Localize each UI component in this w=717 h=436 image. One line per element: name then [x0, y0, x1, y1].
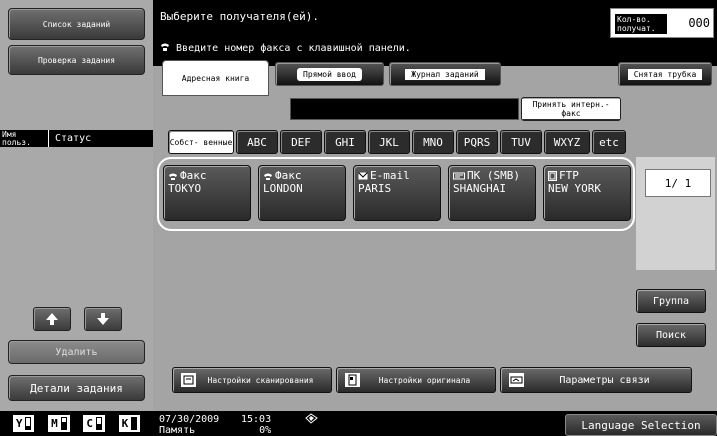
memory-value: 0% — [259, 425, 272, 436]
index-pqrs[interactable]: PQRS — [456, 130, 498, 154]
destination-paris[interactable]: E-mail PARIS — [353, 165, 441, 221]
index-wxyz[interactable]: WXYZ — [544, 130, 590, 154]
index-tuv[interactable]: TUV — [500, 130, 542, 154]
index-abc[interactable]: ABC — [236, 130, 278, 154]
comm-settings-icon — [509, 373, 524, 387]
index-mno[interactable]: MNO — [412, 130, 454, 154]
language-selection-button[interactable]: Language Selection — [565, 414, 717, 436]
index-etc[interactable]: etc — [592, 130, 626, 154]
ftp-icon — [548, 170, 557, 181]
check-job-button[interactable]: Проверка задания — [8, 45, 145, 75]
index-ghi[interactable]: GHI — [324, 130, 366, 154]
group-button[interactable]: Группа — [636, 289, 706, 313]
toner-k: K — [118, 415, 141, 432]
scroll-down-button[interactable] — [84, 307, 122, 331]
status-date: 07/30/2009 — [159, 414, 220, 425]
fax-number-field[interactable] — [290, 98, 519, 120]
tab-address-book[interactable]: Адресная книга — [162, 60, 269, 96]
tab-job-log[interactable]: Журнал заданий — [389, 62, 501, 86]
column-status: Статус — [55, 133, 92, 144]
index-own[interactable]: Собст- венные — [168, 130, 234, 154]
job-details-button[interactable]: Детали задания — [8, 375, 145, 401]
network-icon — [305, 413, 318, 424]
memory-label: Память — [159, 425, 196, 436]
recipient-count-label: Кол-во. получат. — [615, 14, 667, 34]
scan-settings-icon — [181, 373, 196, 387]
toner-c: C — [83, 415, 105, 432]
email-icon — [358, 171, 368, 179]
recipient-count-value: 000 — [688, 16, 710, 30]
fax-icon — [264, 173, 272, 180]
destination-new-york[interactable]: FTP NEW YORK — [543, 165, 631, 221]
fax-scan-screen: Список заданий Проверка задания Имя поль… — [0, 0, 717, 436]
search-button[interactable]: Поиск — [636, 323, 706, 347]
left-panel: Список заданий Проверка задания Имя поль… — [0, 0, 153, 436]
destination-london[interactable]: Факс LONDON — [258, 165, 346, 221]
job-list-button[interactable]: Список заданий — [8, 8, 145, 40]
instruction-text: Выберите получателя(ей). — [160, 10, 319, 23]
job-list-header: Имя польз. Статус — [0, 130, 153, 147]
tab-on-hook[interactable]: Снятая трубка — [618, 62, 712, 86]
scroll-up-button[interactable] — [33, 307, 71, 331]
fax-icon — [169, 173, 177, 180]
page-indicator: 1/ 1 — [645, 169, 711, 197]
toner-y: Y — [12, 415, 35, 432]
arrow-down-icon — [97, 313, 109, 325]
index-jkl[interactable]: JKL — [368, 130, 410, 154]
original-settings-icon — [345, 373, 360, 387]
comm-settings-button[interactable]: Параметры связи — [500, 367, 692, 393]
arrow-up-icon — [46, 313, 58, 325]
column-user: Имя польз. — [2, 129, 31, 147]
recipient-count: Кол-во. получат. 000 — [610, 8, 714, 38]
toner-m: M — [48, 415, 70, 432]
pc-icon — [453, 172, 465, 179]
status-time: 15:03 — [241, 414, 272, 425]
hint-text: Введите номер факса с клавишной панели. — [160, 42, 411, 54]
toner-levels: Y M C K — [0, 411, 153, 436]
destination-tokyo[interactable]: Факс TOKYO — [163, 165, 251, 221]
phone-icon — [161, 43, 169, 51]
original-settings-button[interactable]: Настройки оригинала — [336, 367, 496, 393]
index-def[interactable]: DEF — [280, 130, 322, 154]
hint-label: Введите номер факса с клавишной панели. — [176, 43, 411, 54]
receive-internet-fax-button[interactable]: Принять интерн.-факс — [521, 97, 621, 121]
tab-direct-input[interactable]: Прямой ввод — [275, 62, 384, 86]
delete-button[interactable]: Удалить — [8, 340, 145, 364]
destination-shanghai[interactable]: ПК (SMB) SHANGHAI — [448, 165, 536, 221]
scan-settings-button[interactable]: Настройки сканирования — [172, 367, 332, 393]
